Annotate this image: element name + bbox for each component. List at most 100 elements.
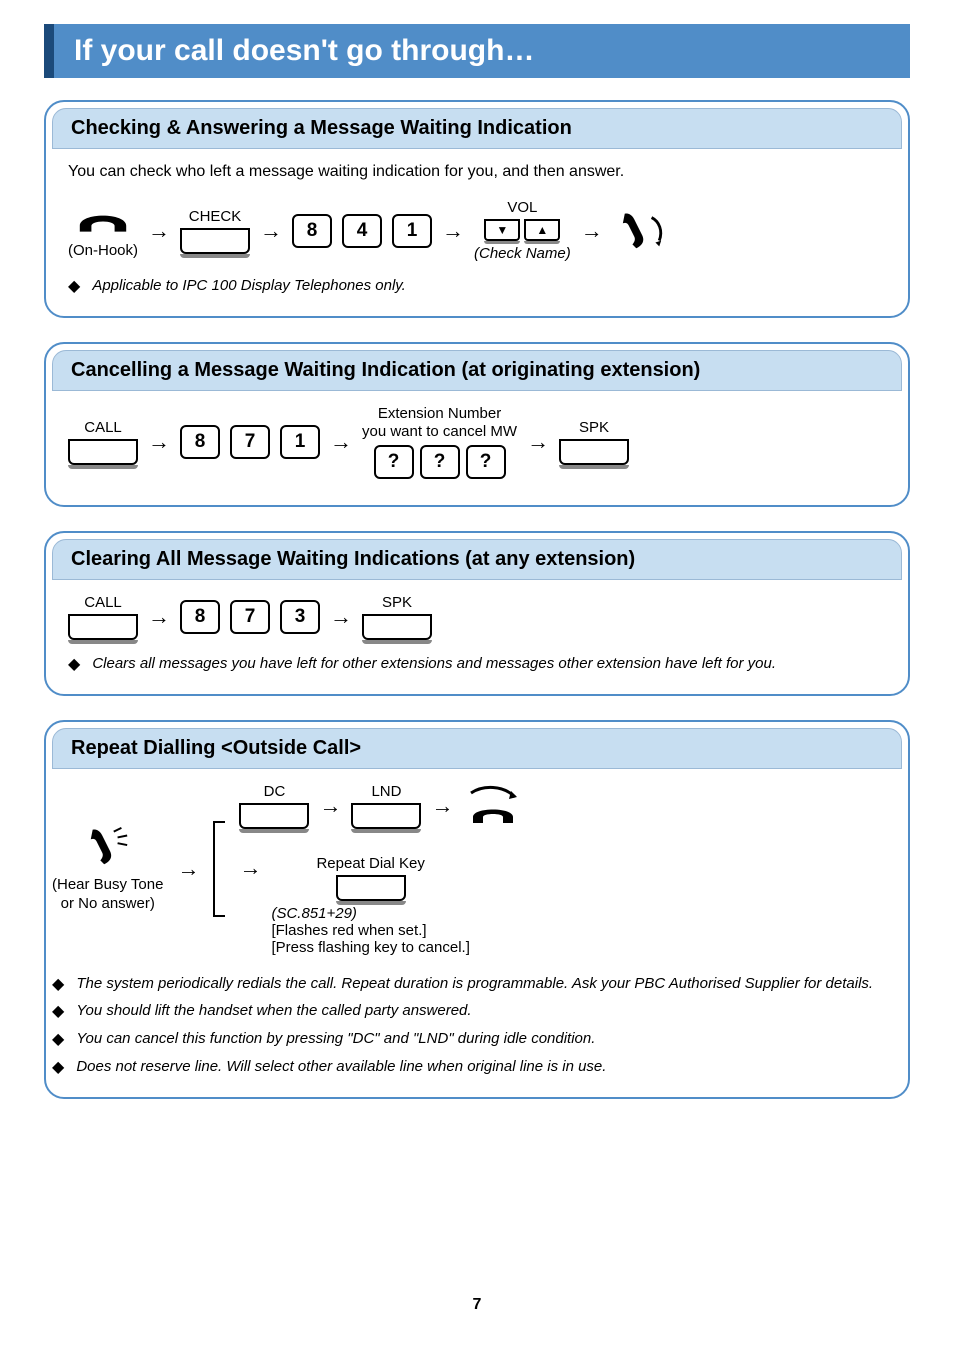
- panel-header: Repeat Dialling <Outside Call>: [52, 728, 902, 769]
- arrow-icon: →: [319, 793, 341, 819]
- digit-key: 7: [230, 600, 270, 634]
- checkname-caption: (Check Name): [474, 245, 571, 262]
- arrow-icon: →: [148, 429, 170, 455]
- arrow-icon: →: [239, 855, 261, 881]
- digit-key: 8: [180, 425, 220, 459]
- section1-flow: (On-Hook) → CHECK → 8 4 1 → VOL ▼ ▲: [68, 199, 886, 262]
- panel-title: Cancelling a Message Waiting Indication …: [71, 359, 700, 381]
- repeat-flow-row1: (Hear Busy Tone or No answer) → DC →: [52, 783, 886, 956]
- panel-body: CALL → 8 7 1 → Extension Number you want…: [46, 405, 908, 479]
- repeat-annotations: (SC.851+29) [Flashes red when set.] [Pre…: [271, 905, 469, 956]
- note-item: ◆Clears all messages you have left for o…: [68, 654, 886, 676]
- note-item: ◆ You should lift the handset when the ca…: [52, 1001, 886, 1023]
- arrow-icon: →: [148, 218, 170, 244]
- page-number: 7: [0, 1296, 954, 1314]
- vol-label: VOL: [507, 199, 537, 216]
- hangup-arrow-icon: [463, 783, 523, 829]
- ext-digits-row: ? ? ?: [374, 445, 506, 479]
- dc-key: DC: [239, 783, 309, 829]
- repeat-dial-key: Repeat Dial Key (SC.851+29) [Flashes red…: [271, 855, 469, 956]
- lnd-label: LND: [371, 783, 401, 800]
- vol-up-key: ▲: [524, 219, 560, 241]
- handset-lift-icon: [613, 208, 671, 254]
- handset-on-hook-icon: [74, 202, 132, 238]
- panel-header: Clearing All Message Waiting Indications…: [52, 539, 902, 580]
- panel-check-msg: Checking & Answering a Message Waiting I…: [44, 100, 910, 318]
- check-key: CHECK: [180, 208, 250, 254]
- bullet-icon: ◆: [52, 1058, 64, 1079]
- arrow-icon: →: [527, 429, 549, 455]
- page-title: If your call doesn't go through…: [74, 34, 534, 67]
- page-title-banner: If your call doesn't go through…: [44, 24, 910, 78]
- softkey-icon: [559, 439, 629, 465]
- digit-key: ?: [466, 445, 506, 479]
- digit-key: ?: [374, 445, 414, 479]
- panel-repeat-dial: Repeat Dialling <Outside Call> (Hear Bus…: [44, 720, 910, 1099]
- softkey-icon: [180, 228, 250, 254]
- note-text: The system periodically redials the call…: [76, 974, 873, 994]
- handset-busy-icon: [79, 824, 137, 870]
- panel-title: Repeat Dialling <Outside Call>: [71, 737, 361, 759]
- arrow-icon: →: [260, 218, 282, 244]
- branch-bracket: [213, 821, 225, 917]
- bullet-icon: ◆: [68, 655, 80, 676]
- note-item: ◆ Does not reserve line. Will select othe…: [52, 1057, 886, 1079]
- note-text: Does not reserve line. Will select other…: [76, 1057, 606, 1077]
- branch-container: DC → LND →: [239, 783, 523, 956]
- bullet-icon: ◆: [52, 975, 64, 996]
- section4-notes: ◆ The system periodically redials the cal…: [52, 974, 886, 1079]
- note-item: ◆ The system periodically redials the cal…: [52, 974, 886, 996]
- softkey-icon: [68, 439, 138, 465]
- call-label: CALL: [84, 594, 122, 611]
- bullet-icon: ◆: [52, 1030, 64, 1051]
- section3-notes: ◆Clears all messages you have left for o…: [68, 654, 886, 676]
- page: If your call doesn't go through… Checkin…: [0, 0, 954, 1352]
- digit-key: ?: [420, 445, 460, 479]
- note-text: Applicable to IPC 100 Display Telephones…: [92, 276, 406, 296]
- panel-header: Cancelling a Message Waiting Indication …: [52, 350, 902, 391]
- onhook-caption: (On-Hook): [68, 242, 138, 259]
- panel-header: Checking & Answering a Message Waiting I…: [52, 108, 902, 149]
- spk-key: SPK: [559, 419, 629, 465]
- softkey-icon: [351, 803, 421, 829]
- softkey-icon: [336, 875, 406, 901]
- section2-flow: CALL → 8 7 1 → Extension Number you want…: [68, 405, 886, 479]
- section3-flow: CALL → 8 7 3 → SPK: [68, 594, 886, 640]
- digit-key: 7: [230, 425, 270, 459]
- digit-key: 3: [280, 600, 320, 634]
- section1-intro: You can check who left a message waiting…: [68, 163, 886, 181]
- vol-down-key: ▼: [484, 219, 520, 241]
- vol-row: ▼ ▲: [484, 219, 560, 241]
- digit-key: 4: [342, 214, 382, 248]
- onhook-icon-col: (On-Hook): [68, 202, 138, 259]
- arrow-icon: →: [177, 856, 199, 882]
- panel-body: CALL → 8 7 3 → SPK ◆Clears all messages …: [46, 594, 908, 676]
- digit-key: 1: [280, 425, 320, 459]
- call-key: CALL: [68, 594, 138, 640]
- panel-clear-msg: Clearing All Message Waiting Indications…: [44, 531, 910, 696]
- spk-key: SPK: [362, 594, 432, 640]
- check-label: CHECK: [189, 208, 242, 225]
- arrow-icon: →: [442, 218, 464, 244]
- panel-body: (Hear Busy Tone or No answer) → DC →: [46, 783, 908, 1079]
- note-text: You can cancel this function by pressing…: [76, 1029, 595, 1049]
- bullet-icon: ◆: [52, 1002, 64, 1023]
- section1-notes: ◆ Applicable to IPC 100 Display Telephone…: [68, 276, 886, 298]
- call-label: CALL: [84, 419, 122, 436]
- repeat-branch-top: DC → LND →: [239, 783, 523, 829]
- bullet-icon: ◆: [68, 277, 80, 298]
- vol-key-group: VOL ▼ ▲ (Check Name): [474, 199, 571, 262]
- repeat-branch-bottom: → Repeat Dial Key (SC.851+29) [Flashes r…: [239, 855, 523, 956]
- softkey-icon: [68, 614, 138, 640]
- ext-label: Extension Number you want to cancel MW: [362, 405, 517, 441]
- panel-title: Checking & Answering a Message Waiting I…: [71, 117, 572, 139]
- note-item: ◆ Applicable to IPC 100 Display Telephone…: [68, 276, 886, 298]
- panel-title: Clearing All Message Waiting Indications…: [71, 548, 635, 570]
- softkey-icon: [362, 614, 432, 640]
- hear-busy-caption: (Hear Busy Tone or No answer): [52, 876, 163, 914]
- panel-body: You can check who left a message waiting…: [46, 163, 908, 298]
- digit-key: 1: [392, 214, 432, 248]
- arrow-icon: →: [148, 604, 170, 630]
- note-text: You should lift the handset when the cal…: [76, 1001, 471, 1021]
- panel-cancel-msg: Cancelling a Message Waiting Indication …: [44, 342, 910, 507]
